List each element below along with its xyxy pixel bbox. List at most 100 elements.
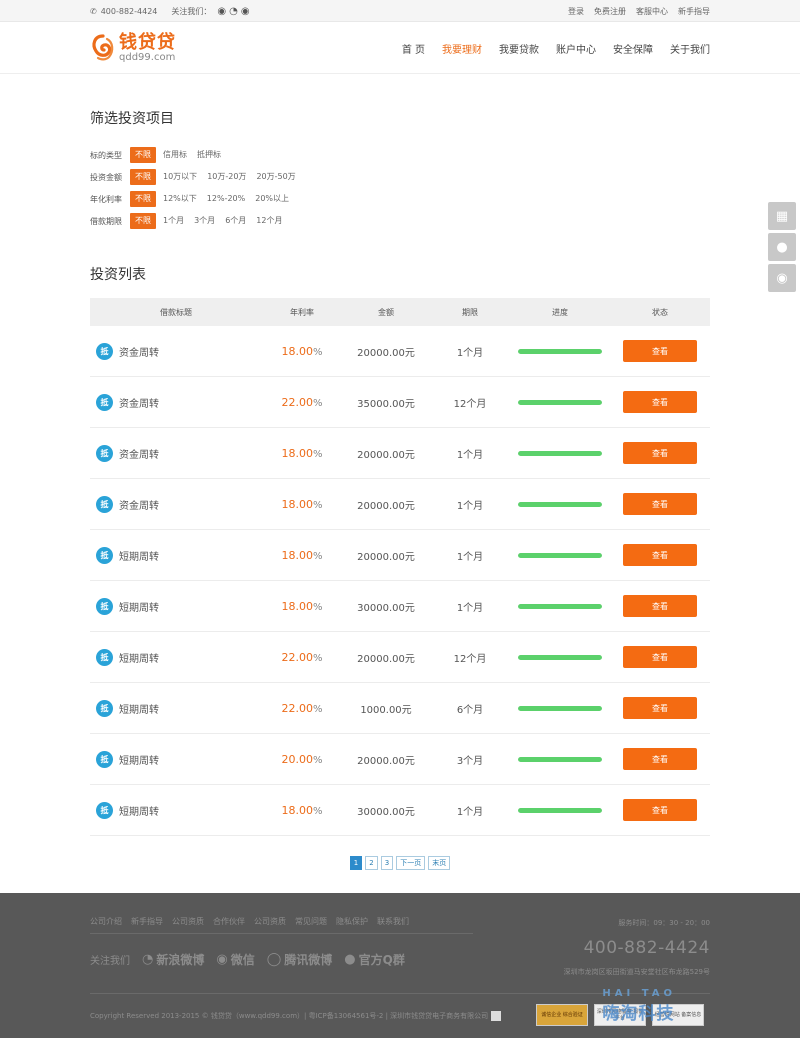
filter-option[interactable]: 10万-20万 — [202, 169, 251, 185]
term-cell: 1个月 — [456, 602, 484, 614]
footer-link[interactable]: 合作伙伴 — [213, 916, 245, 927]
chat-icon[interactable]: ◉ — [768, 264, 796, 292]
loan-title[interactable]: 资金周转 — [119, 395, 159, 410]
footer-wechat-label: 微信 — [230, 953, 255, 967]
nav-home[interactable]: 首 页 — [402, 41, 425, 56]
filter-option[interactable]: 20万-50万 — [251, 169, 300, 185]
page-last[interactable]: 末页 — [428, 856, 451, 870]
view-button[interactable]: 查看 — [623, 544, 697, 566]
table-row: 抵短期周转 18.00% 30000.00元 1个月 查看 — [90, 785, 710, 836]
filter-option[interactable]: 抵押标 — [192, 147, 226, 163]
view-button[interactable]: 查看 — [623, 748, 697, 770]
qrcode-icon[interactable]: ▦ — [768, 202, 796, 230]
watermark-bottom: 嗨淘科技 — [602, 1004, 675, 1024]
filter-option[interactable]: 1个月 — [158, 213, 189, 229]
beginner-guide-link[interactable]: 新手指导 — [678, 6, 710, 17]
logo[interactable]: 钱贷贷 qdd99.com — [90, 33, 176, 63]
view-button[interactable]: 查看 — [623, 442, 697, 464]
filter-row: 年化利率 不限 12%以下 12%-20% 20%以上 — [90, 190, 710, 208]
loan-title[interactable]: 资金周转 — [119, 446, 159, 461]
nav-invest[interactable]: 我要理财 — [442, 41, 482, 56]
loan-title[interactable]: 短期周转 — [119, 752, 159, 767]
qq-icon[interactable]: ● — [768, 233, 796, 261]
loan-title[interactable]: 短期周转 — [119, 650, 159, 665]
footer-link[interactable]: 联系我们 — [377, 916, 409, 927]
status-cell: 查看 — [610, 544, 710, 566]
page-next[interactable]: 下一页 — [396, 856, 426, 870]
page-1[interactable]: 1 — [349, 856, 363, 870]
progress-cell — [510, 807, 610, 813]
view-button[interactable]: 查看 — [623, 391, 697, 413]
filter-option[interactable]: 12%以下 — [158, 191, 202, 207]
view-button[interactable]: 查看 — [623, 340, 697, 362]
footer-link[interactable]: 公司资质 — [172, 916, 204, 927]
stats-icon[interactable] — [491, 1011, 502, 1021]
footer-link[interactable]: 新手指导 — [131, 916, 163, 927]
qq-icon: ● — [344, 952, 356, 967]
loan-title-cell: 抵资金周转 — [90, 495, 262, 513]
wechat-alt-icon[interactable]: ◉ — [241, 6, 250, 17]
filter-option[interactable]: 不限 — [130, 213, 156, 229]
rate-cell: 22.00% — [262, 396, 342, 409]
filter-option[interactable]: 12个月 — [251, 213, 287, 229]
filter-option[interactable]: 20%以上 — [250, 191, 294, 207]
footer-tencent-weibo[interactable]: ◯ 腾讯微博 — [267, 951, 333, 968]
view-button[interactable]: 查看 — [623, 799, 697, 821]
progress-bar — [518, 705, 602, 711]
login-link[interactable]: 登录 — [568, 6, 584, 17]
footer-weibo[interactable]: ◔ 新浪微博 — [142, 951, 204, 968]
progress-cell — [510, 450, 610, 456]
footer-link[interactable]: 隐私保护 — [336, 916, 368, 927]
filter-option[interactable]: 不限 — [130, 169, 156, 185]
loan-title[interactable]: 短期周转 — [119, 701, 159, 716]
progress-cell — [510, 756, 610, 762]
nav-account[interactable]: 账户中心 — [556, 41, 596, 56]
filter-option[interactable]: 不限 — [130, 191, 156, 207]
footer-link[interactable]: 公司介绍 — [90, 916, 122, 927]
progress-fill — [518, 552, 602, 558]
mortgage-badge: 抵 — [96, 495, 113, 513]
tencent-weibo-icon: ◯ — [266, 952, 282, 967]
view-button[interactable]: 查看 — [623, 595, 697, 617]
register-link[interactable]: 免费注册 — [594, 6, 626, 17]
wechat-icon[interactable]: ◉ — [217, 6, 226, 17]
loan-title-cell: 抵短期周转 — [90, 699, 262, 717]
amount-cell: 30000.00元 — [357, 806, 415, 818]
filter-option[interactable]: 信用标 — [158, 147, 192, 163]
footer-wechat[interactable]: ◉ 微信 — [216, 951, 254, 968]
rate-cell: 18.00% — [262, 498, 342, 511]
nav-loan[interactable]: 我要贷款 — [499, 41, 539, 56]
badge-credit[interactable]: 诚信企业 综合验证 — [536, 1004, 588, 1026]
footer-qq-group[interactable]: ● 官方Q群 — [344, 951, 405, 968]
view-button[interactable]: 查看 — [623, 493, 697, 515]
view-button[interactable]: 查看 — [623, 697, 697, 719]
loan-title[interactable]: 短期周转 — [119, 803, 159, 818]
view-button[interactable]: 查看 — [623, 646, 697, 668]
filter-option[interactable]: 12%-20% — [202, 191, 250, 207]
page-3[interactable]: 3 — [380, 856, 394, 870]
footer-tencent-weibo-label: 腾讯微博 — [284, 953, 333, 967]
loan-title[interactable]: 短期周转 — [119, 548, 159, 563]
loan-title[interactable]: 资金周转 — [119, 344, 159, 359]
loan-title[interactable]: 短期周转 — [119, 599, 159, 614]
rate-cell: 18.00% — [262, 549, 342, 562]
nav-security[interactable]: 安全保障 — [613, 41, 653, 56]
status-cell: 查看 — [610, 595, 710, 617]
filter-option[interactable]: 10万以下 — [158, 169, 202, 185]
nav-about[interactable]: 关于我们 — [670, 41, 710, 56]
term-cell: 1个月 — [456, 500, 484, 512]
follow-label: 关注我们： — [171, 6, 212, 16]
term-cell: 6个月 — [456, 704, 484, 716]
service-center-link[interactable]: 客服中心 — [636, 6, 668, 17]
loan-title[interactable]: 资金周转 — [119, 497, 159, 512]
watermark: HAI TAO 嗨淘科技 — [602, 989, 676, 1025]
weibo-icon[interactable]: ◔ — [229, 6, 238, 17]
filter-option[interactable]: 6个月 — [220, 213, 251, 229]
page-2[interactable]: 2 — [365, 856, 378, 870]
progress-bar — [518, 807, 602, 813]
footer-link[interactable]: 常见问题 — [295, 916, 327, 927]
footer-link[interactable]: 公司资质 — [254, 916, 286, 927]
filter-option[interactable]: 3个月 — [189, 213, 220, 229]
rate-percent-sign: % — [312, 754, 323, 766]
filter-option[interactable]: 不限 — [130, 147, 156, 163]
